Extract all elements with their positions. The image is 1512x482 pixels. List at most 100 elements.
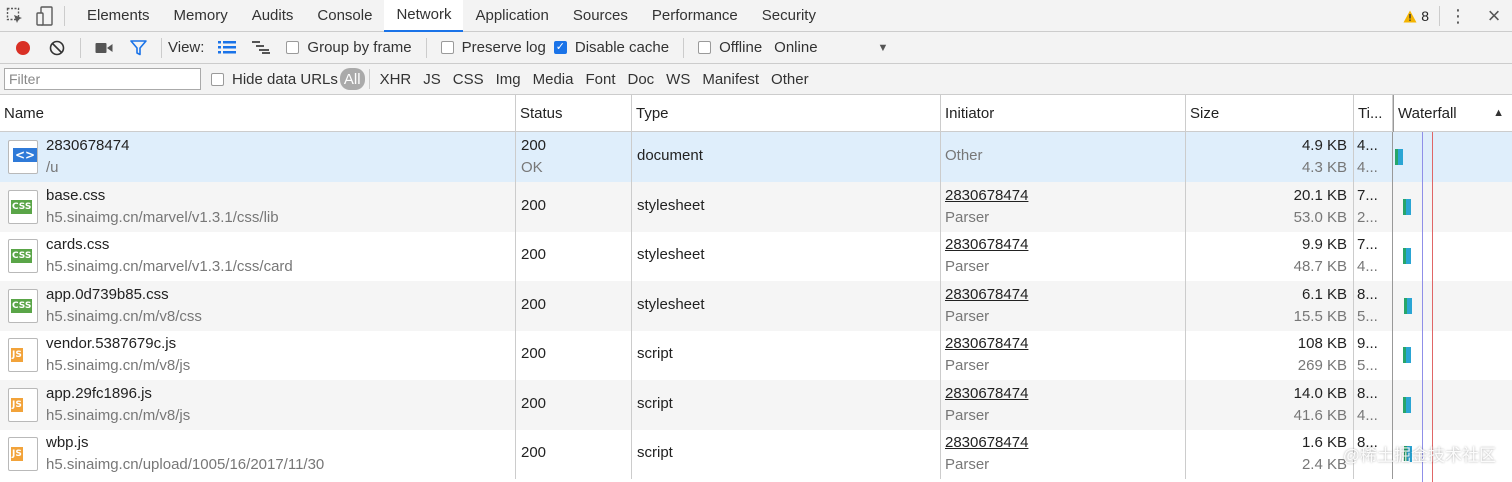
name-cell[interactable]: CSS base.css h5.sinaimg.cn/marvel/v1.3.1/c…: [0, 181, 516, 232]
resource-type: stylesheet: [637, 246, 705, 263]
column-header-status[interactable]: Status: [516, 95, 632, 132]
initiator-type: Parser: [945, 406, 990, 424]
tab-audits[interactable]: Audits: [240, 0, 306, 32]
filter-type-all[interactable]: All: [339, 68, 365, 90]
column-header-name[interactable]: Name: [0, 95, 516, 132]
tab-memory[interactable]: Memory: [162, 0, 240, 32]
tab-elements[interactable]: Elements: [75, 0, 162, 32]
table-row[interactable]: JS wbp.js h5.sinaimg.cn/upload/1005/16/201…: [0, 429, 1512, 479]
waterfall-header-label: Waterfall: [1398, 105, 1457, 122]
checkbox-box[interactable]: [211, 72, 224, 86]
transferred-size: 4.9 KB: [1301, 137, 1347, 154]
filter-type-media[interactable]: Media: [527, 68, 580, 90]
initiator-link[interactable]: 2830678474: [945, 187, 1028, 204]
initiator-link[interactable]: 2830678474: [945, 434, 1028, 451]
column-header-time[interactable]: Ti...: [1354, 95, 1393, 132]
group-by-frame-checkbox[interactable]: Group by frame: [286, 39, 412, 56]
close-devtools-icon[interactable]: ×: [1476, 3, 1512, 29]
time-cell: 7... 4...: [1354, 231, 1393, 281]
tab-security[interactable]: Security: [750, 0, 828, 32]
request-name: cards.css: [46, 236, 110, 253]
name-cell[interactable]: JS wbp.js h5.sinaimg.cn/upload/1005/16/201…: [0, 429, 516, 479]
disable-cache-checkbox[interactable]: ✓ Disable cache: [553, 39, 670, 56]
column-header-size[interactable]: Size: [1186, 95, 1354, 132]
initiator-link[interactable]: 2830678474: [945, 286, 1028, 303]
group-by-frame-label: Group by frame: [307, 39, 412, 56]
filter-type-img[interactable]: Img: [490, 68, 527, 90]
tab-network[interactable]: Network: [384, 0, 464, 32]
name-cell[interactable]: JS vendor.5387679c.js h5.sinaimg.cn/m/v8/j…: [0, 330, 516, 380]
dropdown-arrow-icon: ▼: [877, 41, 889, 54]
table-row[interactable]: JS vendor.5387679c.js h5.sinaimg.cn/m/v8/j…: [0, 330, 1512, 380]
name-cell[interactable]: CSS app.0d739b85.css h5.sinaimg.cn/m/v8/cs…: [0, 280, 516, 331]
filter-type-css[interactable]: CSS: [447, 68, 490, 90]
filter-type-doc[interactable]: Doc: [621, 68, 660, 90]
preserve-log-checkbox[interactable]: Preserve log: [440, 39, 546, 56]
table-row[interactable]: CSS cards.css h5.sinaimg.cn/marvel/v1.3.1/…: [0, 231, 1512, 281]
offline-checkbox[interactable]: Offline: [698, 39, 762, 56]
filter-input[interactable]: [4, 68, 201, 90]
more-options-icon[interactable]: ⋮: [1440, 6, 1476, 27]
column-header-initiator[interactable]: Initiator: [941, 95, 1186, 132]
initiator-link[interactable]: 2830678474: [945, 236, 1028, 253]
list-view-icon: [218, 41, 237, 54]
filter-type-ws[interactable]: WS: [660, 68, 696, 90]
large-rows-view-button[interactable]: [210, 32, 244, 64]
clear-button[interactable]: [40, 32, 74, 64]
disable-cache-label: Disable cache: [574, 39, 670, 56]
tab-sources[interactable]: Sources: [561, 0, 640, 32]
initiator-link[interactable]: 2830678474: [945, 385, 1028, 402]
filter-type-font[interactable]: Font: [579, 68, 621, 90]
file-type-badge: JS: [11, 397, 23, 412]
file-type-badge: JS: [11, 348, 23, 362]
column-header-waterfall[interactable]: Waterfall ▲: [1393, 95, 1512, 132]
waterfall-download-bar: [1406, 347, 1411, 363]
transferred-size: 108 KB: [1297, 335, 1347, 352]
checkmark-icon[interactable]: ✓: [553, 41, 567, 54]
transferred-size: 9.9 KB: [1301, 236, 1347, 253]
resource-size: 2.4 KB: [1301, 456, 1347, 473]
column-header-type[interactable]: Type: [632, 95, 941, 132]
dom-content-loaded-line: [1422, 132, 1423, 482]
throttling-select[interactable]: Online ▼: [774, 39, 888, 56]
overview-view-button[interactable]: [244, 32, 278, 64]
table-header: Name Status Type Initiator Size Ti... Wa…: [0, 95, 1512, 132]
table-row[interactable]: CSS base.css h5.sinaimg.cn/marvel/v1.3.1/c…: [0, 181, 1512, 232]
request-path: h5.sinaimg.cn/marvel/v1.3.1/css/lib: [46, 208, 279, 226]
name-cell[interactable]: CSS cards.css h5.sinaimg.cn/marvel/v1.3.1/…: [0, 231, 516, 281]
filter-type-other[interactable]: Other: [765, 68, 815, 90]
clear-icon: [49, 40, 65, 55]
waterfall-download-bar: [1406, 198, 1411, 215]
tabbar-right-controls: 8 ⋮ ×: [1393, 0, 1512, 32]
name-cell[interactable]: <> 2830678474/u: [0, 132, 516, 182]
name-cell[interactable]: JS app.29fc1896.js h5.sinaimg.cn/m/v8/js: [0, 379, 516, 430]
filter-divider: [368, 69, 370, 89]
transferred-size: 20.1 KB: [1293, 186, 1347, 204]
capture-screenshots-button[interactable]: [87, 32, 121, 64]
css-file-icon: CSS: [8, 288, 38, 323]
waterfall-cell: [1393, 132, 1512, 182]
tab-console[interactable]: Console: [305, 0, 384, 32]
checkbox-box[interactable]: [440, 41, 454, 54]
offline-label: Offline: [719, 39, 763, 56]
tab-performance[interactable]: Performance: [640, 0, 750, 32]
checkbox-box[interactable]: [698, 41, 712, 54]
filter-type-js[interactable]: JS: [417, 68, 447, 90]
filter-toggle-button[interactable]: [121, 32, 155, 64]
table-row[interactable]: CSS app.0d739b85.css h5.sinaimg.cn/m/v8/cs…: [0, 280, 1512, 331]
table-row[interactable]: JS app.29fc1896.js h5.sinaimg.cn/m/v8/js 20…: [0, 379, 1512, 430]
tab-application[interactable]: Application: [463, 0, 560, 32]
filter-type-xhr[interactable]: XHR: [374, 68, 418, 90]
filter-type-manifest[interactable]: Manifest: [696, 68, 765, 90]
record-button[interactable]: [6, 32, 40, 64]
warnings-counter[interactable]: 8: [1393, 8, 1439, 24]
initiator-link[interactable]: 2830678474: [945, 335, 1028, 352]
inspect-element-icon[interactable]: [0, 0, 30, 32]
table-row[interactable]: <> 2830678474/u 200 OK document Other 4.9 KB 4.…: [0, 132, 1512, 182]
waterfall-cell: [1393, 330, 1512, 380]
device-toolbar-icon[interactable]: [30, 0, 60, 32]
hide-data-urls-checkbox[interactable]: Hide data URLs: [211, 71, 338, 88]
tabbar-divider: [64, 5, 65, 26]
checkbox-box[interactable]: [286, 41, 300, 54]
size-cell: 108 KB 269 KB: [1186, 330, 1354, 380]
